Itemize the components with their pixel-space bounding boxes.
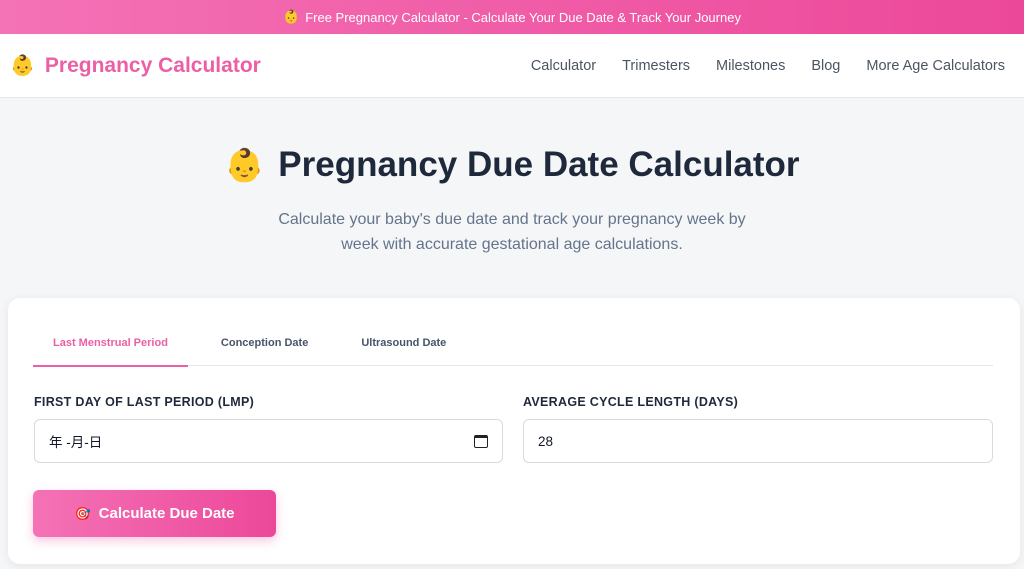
calculator-card: Last Menstrual Period Conception Date Ul… [8, 298, 1020, 564]
cycle-length-input[interactable]: 28 [523, 419, 993, 463]
calendar-icon[interactable] [474, 434, 488, 448]
lmp-label: FIRST DAY OF LAST PERIOD (LMP) [34, 395, 255, 409]
nav-link-more-age-calculators[interactable]: More Age Calculators [853, 58, 1018, 74]
nav-link-milestones[interactable]: Milestones [703, 58, 798, 74]
hero-section: 👶 Pregnancy Due Date Calculator Calculat… [0, 98, 1024, 257]
nav-link-blog[interactable]: Blog [798, 58, 853, 74]
brand-name: Pregnancy Calculator [44, 53, 261, 77]
calculate-due-date-button[interactable]: 🎯 Calculate Due Date [33, 490, 276, 537]
navbar: 👶 Pregnancy Calculator Calculator Trimes… [0, 34, 1024, 98]
nav-link-trimesters[interactable]: Trimesters [609, 58, 703, 74]
calculate-button-label: Calculate Due Date [98, 505, 235, 522]
tab-conception-date[interactable]: Conception Date [188, 320, 335, 366]
lmp-date-value: 年 -月-日 [49, 435, 103, 450]
baby-icon: 👶 [10, 54, 35, 77]
top-banner: 👶 Free Pregnancy Calculator - Calculate … [0, 0, 1024, 34]
target-icon: 🎯 [74, 505, 91, 521]
brand-logo[interactable]: 👶 Pregnancy Calculator [10, 54, 261, 78]
baby-icon: 👶 [224, 147, 265, 183]
banner-text: Free Pregnancy Calculator - Calculate Yo… [305, 9, 741, 25]
tab-ultrasound-date[interactable]: Ultrasound Date [335, 320, 466, 366]
baby-icon: 👶 [283, 9, 300, 24]
page-subtitle: Calculate your baby's due date and track… [278, 211, 746, 253]
cycle-length-value: 28 [538, 433, 554, 449]
tab-last-menstrual-period[interactable]: Last Menstrual Period [33, 320, 188, 367]
nav-link-calculator[interactable]: Calculator [518, 58, 609, 74]
page-title-text: Pregnancy Due Date Calculator [278, 145, 800, 184]
method-tabs: Last Menstrual Period Conception Date Ul… [33, 320, 993, 367]
main-nav: Calculator Trimesters Milestones Blog Mo… [518, 58, 1018, 74]
cycle-length-label: AVERAGE CYCLE LENGTH (DAYS) [523, 395, 739, 409]
lmp-date-input[interactable]: 年 -月-日 [34, 419, 503, 463]
page-title: 👶 Pregnancy Due Date Calculator [0, 145, 1024, 185]
